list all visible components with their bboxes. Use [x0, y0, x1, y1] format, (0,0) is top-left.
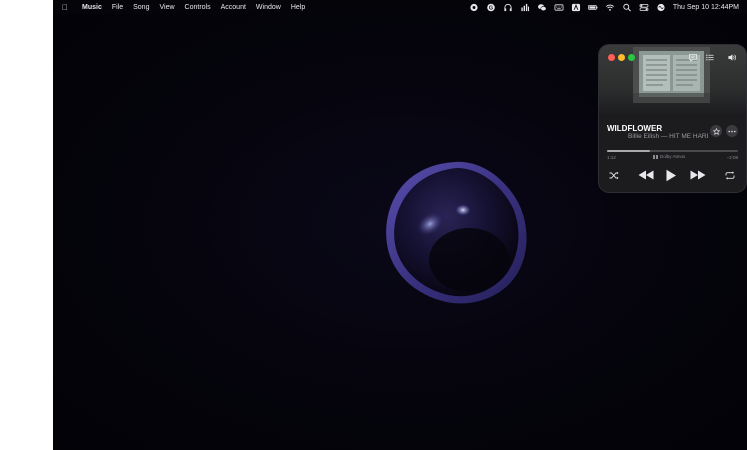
mini-player-window[interactable]: WILDFLOWER Billie Eilish — HIT ME HARD A…: [599, 45, 746, 192]
menu-controls[interactable]: Controls: [180, 4, 216, 11]
repeat-button[interactable]: [724, 169, 736, 181]
queue-list-icon[interactable]: [704, 52, 715, 62]
play-button[interactable]: [663, 168, 679, 182]
elapsed-time: 1:12: [607, 155, 616, 160]
wifi-icon[interactable]: [605, 2, 616, 12]
menu-bar:  Music File Song View Controls Account …: [53, 0, 747, 14]
play-icon: [666, 169, 676, 181]
menu-view[interactable]: View: [154, 4, 179, 11]
remaining-time: −2:08: [726, 155, 738, 160]
audio-format-label: Dolby Atmos: [660, 154, 686, 159]
headphones-icon[interactable]: [503, 2, 514, 12]
keyboard-icon[interactable]: [554, 2, 565, 12]
album-cover-image: [633, 47, 710, 103]
shuffle-button[interactable]: [608, 169, 620, 181]
wechat-icon[interactable]: [537, 2, 548, 12]
siri-icon[interactable]: [656, 2, 667, 12]
speaker-icon[interactable]: [726, 52, 737, 62]
fast-forward-icon: [690, 170, 706, 180]
menu-music[interactable]: Music: [77, 4, 107, 11]
menu-help[interactable]: Help: [286, 4, 310, 11]
svg-text:G: G: [489, 5, 493, 11]
search-icon[interactable]: [622, 2, 633, 12]
previous-track-button[interactable]: [637, 169, 655, 181]
more-options-button[interactable]: [726, 125, 738, 137]
close-window-button[interactable]: [608, 54, 615, 61]
progress-bar[interactable]: [607, 150, 738, 152]
lyrics-icon[interactable]: [687, 52, 698, 62]
menu-song[interactable]: Song: [128, 4, 154, 11]
record-icon[interactable]: [469, 2, 480, 12]
rewind-icon: [638, 170, 654, 180]
grammarly-icon[interactable]: G: [486, 2, 497, 12]
apple-logo-icon[interactable]: : [53, 3, 77, 12]
battery-icon[interactable]: [588, 2, 599, 12]
visualizer-orb: [386, 161, 527, 304]
minimize-window-button[interactable]: [618, 54, 625, 61]
repeat-icon: [725, 170, 735, 180]
artist-album-line[interactable]: Billie Eilish — HIT ME HARD AND SOFT: [628, 133, 708, 140]
ellipsis-icon: [728, 130, 736, 132]
dolby-icon: [653, 154, 658, 159]
menu-bar-clock[interactable]: Thu Sep 10 12:44PM: [673, 4, 739, 11]
desktop-screen:  Music File Song View Controls Account …: [53, 0, 747, 450]
shuffle-icon: [609, 171, 619, 179]
menu-file[interactable]: File: [107, 4, 128, 11]
maximize-window-button[interactable]: [628, 54, 635, 61]
control-center-icon[interactable]: [639, 2, 650, 12]
star-icon: [712, 127, 720, 135]
audio-format-badge: Dolby Atmos: [653, 154, 685, 159]
adobe-icon[interactable]: [571, 2, 582, 12]
next-track-button[interactable]: [689, 169, 707, 181]
menu-window[interactable]: Window: [251, 4, 286, 11]
chart-icon[interactable]: [520, 2, 531, 12]
favorite-button[interactable]: [710, 125, 722, 137]
menu-account[interactable]: Account: [216, 4, 251, 11]
track-title: WILDFLOWER: [607, 124, 663, 133]
progress-fill: [607, 150, 651, 152]
